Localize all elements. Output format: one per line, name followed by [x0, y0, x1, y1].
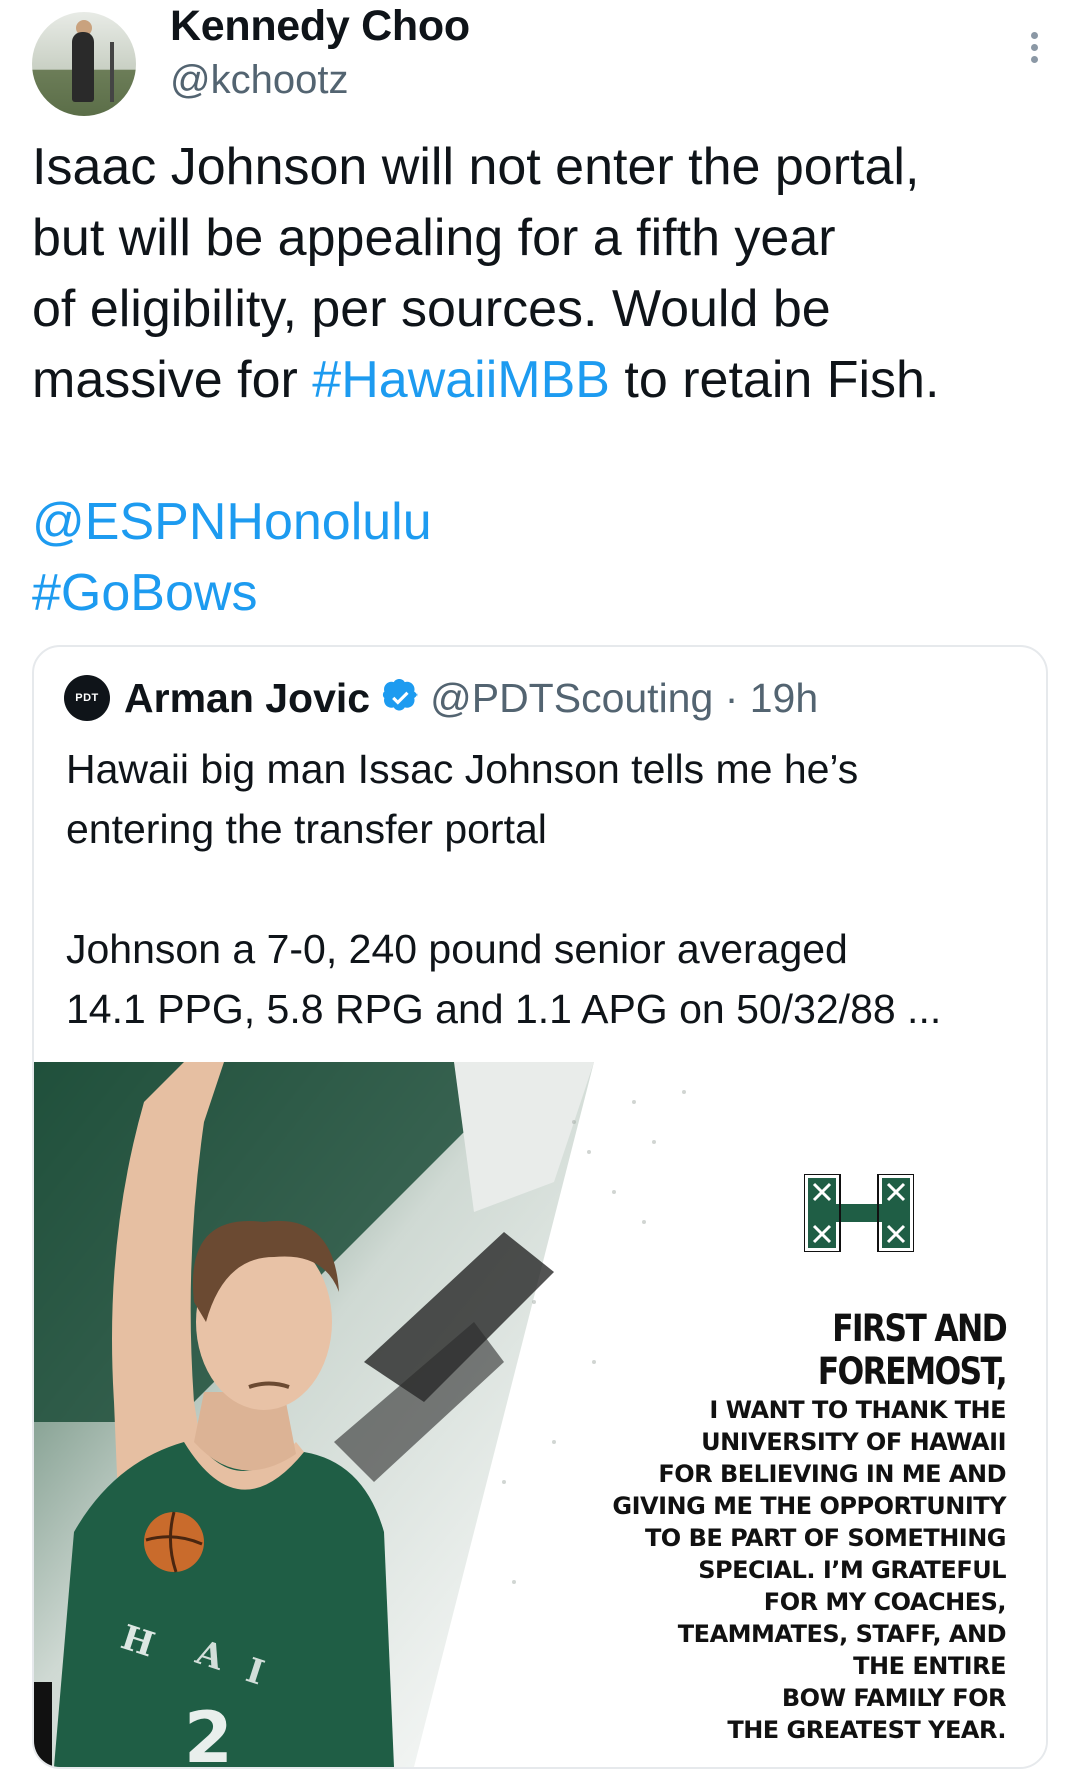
- quoted-line: Johnson a 7-0, 240 pound senior averaged: [66, 926, 848, 972]
- quoted-line: 14.1 PPG, 5.8 RPG and 1.1 APG on 50/32/8…: [66, 986, 942, 1032]
- tweet-body: Isaac Johnson will not enter the portal,…: [32, 132, 1052, 629]
- statement-line: TEAMMATES, STAFF, AND: [677, 1620, 1007, 1648]
- author-name[interactable]: Kennedy Choo: [170, 2, 470, 51]
- tweet-line: massive for #HawaiiMBB to retain Fish.: [32, 345, 1052, 416]
- quoted-line: Hawaii big man Issac Johnson tells me he…: [66, 746, 859, 792]
- statement-line: FOR BELIEVING IN ME AND: [658, 1460, 1006, 1488]
- quoted-tweet-card[interactable]: PDT Arman Jovic @PDTScouting · 19h Hawai…: [32, 645, 1048, 1769]
- hashtag-gobows-link[interactable]: #GoBows: [32, 564, 257, 622]
- svg-text:2: 2: [184, 1697, 233, 1767]
- verified-badge-icon: [383, 679, 418, 711]
- graphic-headline: FIRST AND FOREMOST,: [817, 1307, 1008, 1393]
- tweet-text-fragment: to retain Fish.: [609, 351, 940, 409]
- tweet-line: but will be appealing for a fifth year: [32, 209, 836, 267]
- statement-line: SPECIAL. I’M GRATEFUL: [698, 1556, 1006, 1584]
- more-options-icon[interactable]: [1028, 32, 1040, 68]
- quoted-tweet-header: PDT Arman Jovic @PDTScouting · 19h: [64, 675, 818, 721]
- quoted-author-name[interactable]: Arman Jovic: [124, 675, 370, 722]
- statement-line: GIVING ME THE OPPORTUNITY: [612, 1492, 1006, 1520]
- tweet-line: Isaac Johnson will not enter the portal,: [32, 138, 920, 196]
- author-handle[interactable]: @kchootz: [170, 58, 348, 103]
- quoted-tweet-body: Hawaii big man Issac Johnson tells me he…: [66, 739, 1026, 1039]
- quoted-tweet-time[interactable]: 19h: [750, 675, 818, 722]
- tweet-text-fragment: massive for: [32, 351, 313, 409]
- hawaii-h-logo: [804, 1174, 914, 1252]
- mention-espnhonolulu-link[interactable]: @ESPNHonolulu: [32, 493, 432, 551]
- author-avatar[interactable]: [32, 12, 136, 116]
- quoted-line: entering the transfer portal: [66, 806, 547, 852]
- statement-line: THE ENTIRE: [853, 1652, 1006, 1680]
- meta-separator: ·: [713, 674, 750, 721]
- statement-line: THE GREATEST YEAR.: [727, 1716, 1006, 1744]
- hashtag-hawaiimbb-link[interactable]: #HawaiiMBB: [312, 351, 610, 409]
- statement-line: UNIVERSITY OF HAWAII: [701, 1428, 1006, 1456]
- statement-line: FOR MY COACHES,: [763, 1588, 1007, 1616]
- quoted-tweet-image[interactable]: H A I 2 FIRST AND FOREMOST, I WANT TO TH…: [34, 1062, 1046, 1767]
- tweet-line: of eligibility, per sources. Would be: [32, 280, 831, 338]
- quoted-author-handle[interactable]: @PDTScouting: [430, 675, 713, 722]
- statement-line: BOW FAMILY FOR: [781, 1684, 1007, 1712]
- graphic-statement: I WANT TO THANK THE UNIVERSITY OF HAWAII…: [586, 1394, 1006, 1746]
- statement-line: I WANT TO THANK THE: [709, 1396, 1006, 1424]
- quoted-author-avatar[interactable]: PDT: [64, 675, 110, 721]
- statement-line: TO BE PART OF SOMETHING: [644, 1524, 1007, 1552]
